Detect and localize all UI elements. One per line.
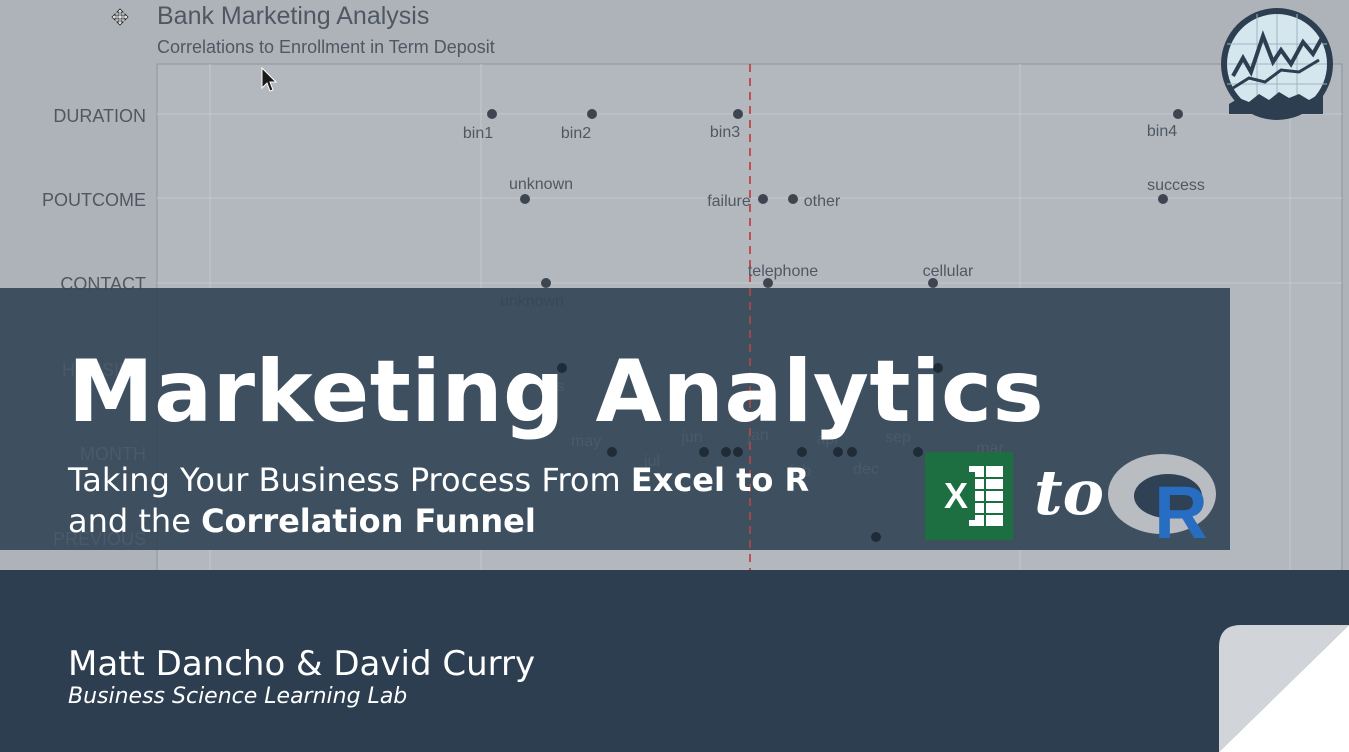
- subtitle-line2-bold: Correlation Funnel: [201, 502, 536, 540]
- chart-title: Bank Marketing Analysis: [157, 2, 430, 30]
- excel-logo-icon: X: [925, 452, 1013, 540]
- point-label: success: [1147, 177, 1205, 194]
- row-label-duration: DURATION: [53, 106, 146, 126]
- point-label: bin4: [1147, 123, 1177, 140]
- hero-subtitle-line1: Taking Your Business Process From Excel …: [68, 461, 809, 499]
- r-logo-icon: R: [1108, 454, 1216, 542]
- mouse-cursor-icon: [261, 66, 278, 92]
- hero-subtitle-line2: and the Correlation Funnel: [68, 502, 536, 540]
- excel-letter: X: [944, 475, 968, 516]
- point-label: other: [804, 193, 841, 210]
- hero-title: Marketing Analytics: [68, 342, 1045, 442]
- subtitle-line2-text: and the: [68, 502, 202, 540]
- subtitle-line1-text: Taking Your Business Process From: [68, 461, 631, 499]
- organization: Business Science Learning Lab: [68, 684, 408, 709]
- business-science-logo-icon: [1221, 8, 1333, 120]
- to-word: to: [1034, 456, 1104, 529]
- point-label: bin2: [561, 125, 591, 142]
- point-label: failure: [707, 193, 751, 210]
- point-label: bin3: [710, 124, 740, 141]
- point-label: unknown: [509, 176, 573, 193]
- page-curl-icon: [1219, 625, 1349, 752]
- point-label: cellular: [923, 263, 974, 280]
- row-label-poutcome: POUTCOME: [42, 190, 146, 210]
- move-icon[interactable]: [111, 8, 129, 26]
- authors: Matt Dancho & David Curry: [68, 644, 536, 684]
- point-label: telephone: [748, 263, 818, 280]
- chart-subtitle: Correlations to Enrollment in Term Depos…: [157, 37, 495, 57]
- r-letter: R: [1154, 471, 1207, 542]
- point-label: bin1: [463, 125, 493, 142]
- subtitle-line1-bold: Excel to R: [630, 461, 810, 499]
- point-label: dec: [853, 461, 879, 478]
